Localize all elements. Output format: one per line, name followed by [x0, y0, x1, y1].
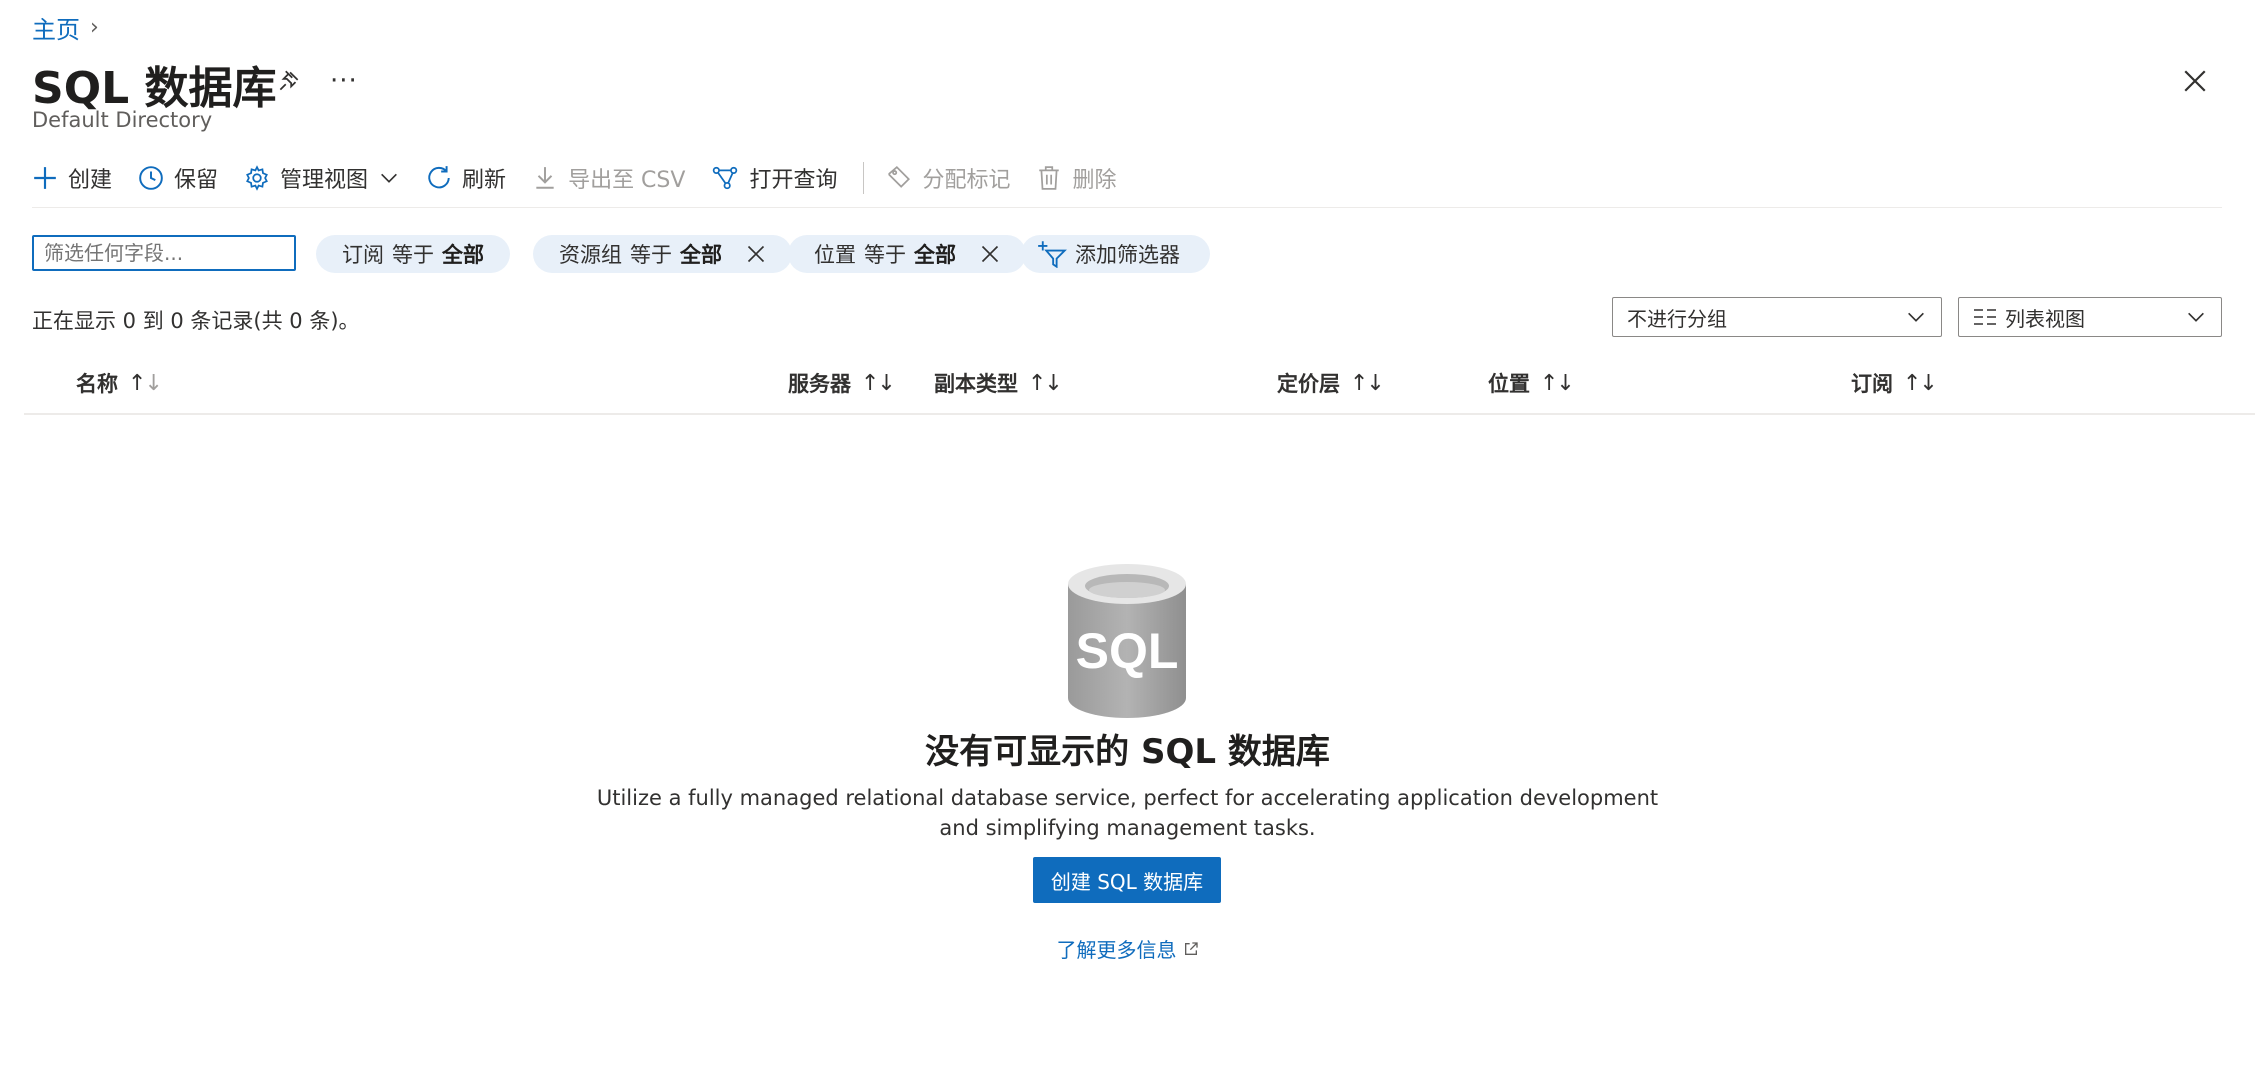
column-header-subscription[interactable]: 订阅 ↑↓ — [1851, 368, 1938, 398]
add-filter-icon — [1038, 241, 1067, 268]
column-header-label: 服务器 — [788, 372, 851, 396]
view-selected: 列表视图 — [2005, 306, 2085, 331]
filter-pill-value: 全部 — [442, 243, 484, 267]
manage-view-button-label: 管理视图 — [280, 168, 369, 193]
filter-pill-value: 全部 — [680, 243, 722, 267]
query-graph-icon — [713, 166, 738, 190]
chevron-right-icon: › — [90, 15, 99, 40]
learn-more-label: 了解更多信息 — [1056, 938, 1177, 962]
command-bar: 创建 保留 管理视图 刷新 导出至 CSV 打开查询 分配标记 删除 — [32, 160, 1142, 196]
assign-tags-button[interactable]: 分配标记 — [886, 162, 1010, 194]
filter-pill-resource-group[interactable]: 资源组 等于 全部 — [533, 235, 792, 273]
close-icon[interactable] — [746, 244, 766, 264]
trash-icon — [1039, 166, 1060, 190]
open-query-button-label: 打开查询 — [749, 168, 838, 193]
column-header-label: 订阅 — [1851, 372, 1893, 396]
column-header-name[interactable]: 名称 ↑↓ — [76, 368, 163, 398]
chevron-down-icon — [1908, 312, 1924, 322]
open-query-button[interactable]: 打开查询 — [711, 162, 837, 194]
gear-icon — [246, 165, 268, 191]
list-view-icon — [1974, 309, 1996, 325]
add-filter-button[interactable]: 添加筛选器 — [1021, 235, 1210, 273]
close-icon[interactable] — [980, 244, 1000, 264]
column-header-label: 名称 — [76, 372, 118, 396]
refresh-button[interactable]: 刷新 — [426, 162, 506, 194]
clock-icon — [139, 166, 163, 190]
chevron-down-icon — [381, 173, 397, 183]
reservations-button[interactable]: 保留 — [138, 162, 218, 194]
column-header-replica-type[interactable]: 副本类型 ↑↓ — [934, 368, 1063, 398]
close-icon[interactable] — [2182, 68, 2208, 98]
tag-icon — [888, 165, 911, 188]
column-header-pricing-tier[interactable]: 定价层 ↑↓ — [1277, 368, 1385, 398]
sort-icon: ↑↓ — [1028, 370, 1063, 396]
grouping-selected: 不进行分组 — [1627, 306, 1727, 331]
export-csv-button-label: 导出至 CSV — [568, 168, 686, 193]
empty-state-title: 没有可显示的 SQL 数据库 — [925, 732, 1330, 772]
sort-icon: ↑↓ — [1540, 370, 1575, 396]
chevron-down-icon — [2188, 312, 2204, 322]
filter-pill-operator: 等于 — [630, 243, 672, 267]
breadcrumb: 主页 › — [32, 10, 99, 45]
record-count: 正在显示 0 到 0 条记录(共 0 条)。 — [32, 309, 360, 333]
filter-pill-operator: 等于 — [864, 243, 906, 267]
column-header-label: 定价层 — [1277, 372, 1340, 396]
pin-icon[interactable] — [276, 68, 302, 98]
delete-button-label: 删除 — [1072, 168, 1117, 193]
filter-pill-operator: 等于 — [392, 243, 434, 267]
sort-icon: ↑↓ — [1903, 370, 1938, 396]
sort-icon: ↑↓ — [861, 370, 896, 396]
breadcrumb-home-link[interactable]: 主页 — [32, 10, 80, 45]
learn-more-link[interactable]: 了解更多信息 — [0, 934, 2255, 963]
grouping-dropdown[interactable]: 不进行分组 — [1612, 297, 1942, 337]
delete-button[interactable]: 删除 — [1036, 162, 1116, 194]
plus-icon — [34, 167, 56, 189]
filter-pill-subscription[interactable]: 订阅 等于 全部 — [316, 235, 510, 273]
refresh-icon — [428, 166, 450, 189]
column-header-label: 副本类型 — [934, 372, 1018, 396]
create-button-label: 创建 — [68, 168, 113, 193]
column-header-label: 位置 — [1488, 372, 1530, 396]
toolbar-divider — [863, 162, 865, 194]
create-button[interactable]: 创建 — [32, 162, 112, 194]
column-header-location[interactable]: 位置 ↑↓ — [1488, 368, 1575, 398]
external-link-icon — [1184, 941, 1198, 955]
create-sql-database-button[interactable]: 创建 SQL 数据库 — [1033, 857, 1221, 903]
refresh-button-label: 刷新 — [462, 168, 507, 193]
empty-state-description: Utilize a fully managed relational datab… — [596, 786, 1659, 840]
column-header-server[interactable]: 服务器 ↑↓ — [788, 368, 896, 398]
page-title: SQL 数据库 — [32, 63, 277, 114]
assign-tags-button-label: 分配标记 — [922, 168, 1011, 193]
more-options-icon[interactable]: ··· — [330, 66, 358, 96]
filter-search-input[interactable] — [32, 235, 296, 271]
download-icon — [536, 167, 554, 189]
table-header-divider — [24, 413, 2255, 415]
reservations-button-label: 保留 — [174, 168, 219, 193]
add-filter-label: 添加筛选器 — [1075, 243, 1180, 267]
export-csv-button[interactable]: 导出至 CSV — [532, 162, 685, 194]
view-dropdown[interactable]: 列表视图 — [1958, 297, 2222, 337]
sort-icon: ↑↓ — [128, 370, 163, 396]
filter-pill-field: 位置 — [814, 243, 856, 267]
sql-icon-label: SQL — [1076, 623, 1179, 679]
filter-pill-value: 全部 — [914, 243, 956, 267]
sort-icon: ↑↓ — [1350, 370, 1385, 396]
filter-pill-field: 订阅 — [342, 243, 384, 267]
toolbar-divider-line — [32, 207, 2222, 208]
filter-pill-location[interactable]: 位置 等于 全部 — [788, 235, 1026, 273]
page-subtitle: Default Directory — [32, 108, 213, 132]
filter-pill-field: 资源组 — [559, 243, 622, 267]
manage-view-button[interactable]: 管理视图 — [244, 162, 400, 194]
sql-database-icon: SQL — [1066, 562, 1188, 724]
